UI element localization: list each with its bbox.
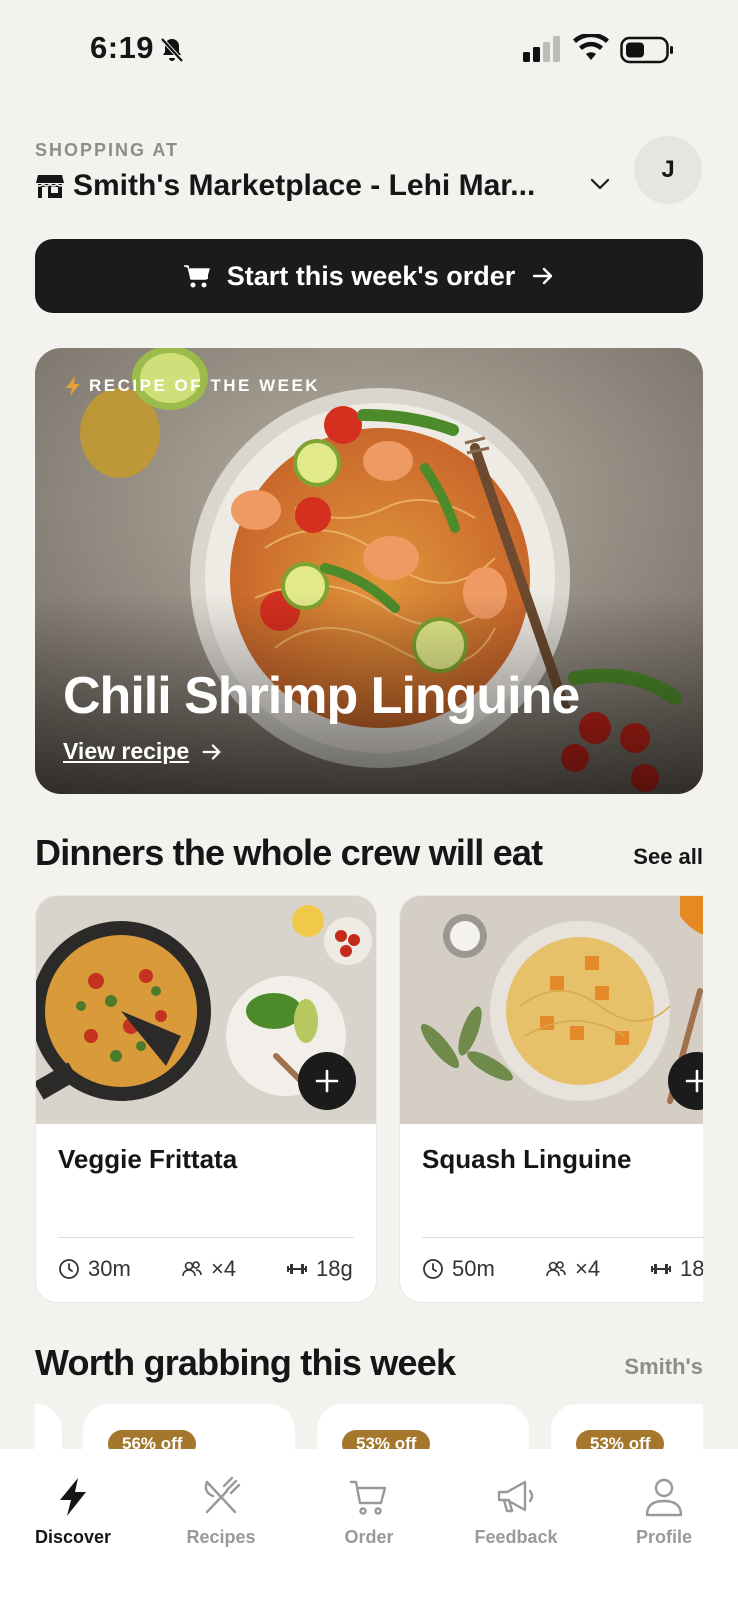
tab-profile[interactable]: Profile — [599, 1475, 729, 1548]
tab-label: Order — [344, 1527, 394, 1547]
person-icon — [645, 1478, 683, 1517]
deal-card[interactable]: 53% off — [317, 1404, 529, 1454]
bolt-icon — [60, 1478, 86, 1516]
deals-store-tag: Smith's — [624, 1354, 703, 1379]
clock-icon — [423, 1259, 443, 1279]
arrow-right-icon — [533, 267, 553, 285]
status-bar: 6:19 — [0, 0, 738, 100]
recipe-of-the-week-label: RECIPE OF THE WEEK — [65, 376, 320, 396]
hero-food-image — [35, 348, 703, 794]
dinners-section-title: Dinners the whole crew will eat — [35, 832, 543, 873]
deal-card[interactable] — [35, 1404, 62, 1454]
card-divider — [58, 1237, 354, 1238]
recipe-card-veggie-frittata[interactable]: Veggie Frittata 30m ×4 18g — [35, 895, 377, 1303]
chevron-down-icon[interactable] — [588, 172, 612, 196]
arrow-right-icon — [202, 743, 221, 760]
add-to-order-button[interactable] — [298, 1052, 356, 1110]
tab-discover[interactable]: Discover — [8, 1475, 138, 1548]
tab-label: Feedback — [474, 1527, 558, 1547]
kicker-text: RECIPE OF THE WEEK — [89, 376, 321, 395]
cart-icon — [183, 265, 210, 288]
dumbbell-icon — [651, 1264, 671, 1274]
store-selector[interactable]: Smith's Marketplace - Lehi Mar... — [35, 166, 535, 206]
deal-card[interactable]: 53% off — [551, 1404, 703, 1454]
recipe-name: Squash Linguine — [422, 1144, 632, 1174]
recipe-name: Veggie Frittata — [58, 1144, 238, 1174]
status-time: 6:19 — [90, 30, 155, 65]
servings: ×4 — [545, 1256, 600, 1282]
protein-value: 18g — [680, 1256, 703, 1281]
bell-muted-icon — [160, 37, 184, 63]
battery-icon — [620, 36, 673, 64]
recipe-card-squash-linguine[interactable]: Squash Linguine 50m ×4 18g — [399, 895, 703, 1303]
plus-icon — [315, 1069, 339, 1093]
squash-linguine-image — [400, 896, 703, 1124]
recipe-carousel[interactable]: Veggie Frittata 30m ×4 18g Squash Lingui… — [35, 895, 703, 1305]
view-recipe-label: View recipe — [63, 738, 190, 764]
servings-value: ×4 — [575, 1256, 601, 1281]
cart-icon — [349, 1480, 387, 1515]
bolt-icon — [66, 376, 80, 396]
see-all-link[interactable]: See all — [633, 844, 703, 870]
shopping-at-label: SHOPPING AT — [35, 140, 180, 160]
hero-recipe-title: Chili Shrimp Linguine — [63, 667, 580, 725]
people-icon — [182, 1261, 202, 1277]
tab-label: Profile — [635, 1527, 692, 1547]
servings: ×4 — [181, 1256, 236, 1282]
cellular-signal-icon — [523, 36, 560, 62]
prep-time-value: 30m — [88, 1256, 131, 1281]
clock-icon — [59, 1259, 79, 1279]
tab-feedback[interactable]: Feedback — [451, 1475, 581, 1548]
start-order-button[interactable]: Start this week's order — [35, 239, 703, 313]
avatar[interactable]: J — [634, 136, 702, 204]
deals-section-title: Worth grabbing this week — [35, 1342, 456, 1383]
tab-order[interactable]: Order — [304, 1475, 434, 1548]
people-icon — [546, 1261, 566, 1277]
servings-value: ×4 — [211, 1256, 237, 1281]
prep-time: 50m — [422, 1256, 495, 1282]
prep-time: 30m — [58, 1256, 131, 1282]
protein: 18g — [286, 1256, 353, 1282]
protein: 18g — [650, 1256, 703, 1282]
store-name: Smith's Marketplace - Lehi Mar... — [73, 169, 536, 202]
deal-card[interactable]: 56% off — [83, 1404, 295, 1454]
bottom-tab-bar: Discover Recipes Order Feedback Profile — [0, 1449, 738, 1600]
tab-label: Recipes — [186, 1527, 256, 1547]
plus-icon — [685, 1069, 703, 1093]
megaphone-icon — [497, 1480, 534, 1513]
dumbbell-icon — [287, 1264, 307, 1274]
prep-time-value: 50m — [452, 1256, 495, 1281]
store-icon — [35, 175, 65, 198]
wifi-icon — [573, 34, 609, 60]
view-recipe-link[interactable]: View recipe — [63, 738, 223, 765]
recipe-of-the-week-card[interactable]: RECIPE OF THE WEEK Chili Shrimp Linguine… — [35, 348, 703, 794]
card-divider — [422, 1237, 703, 1238]
deals-carousel[interactable]: 56% off 53% off 53% off — [35, 1404, 703, 1454]
tab-recipes[interactable]: Recipes — [156, 1475, 286, 1548]
protein-value: 18g — [316, 1256, 353, 1281]
avatar-initial: J — [661, 156, 675, 183]
utensils-icon — [204, 1476, 241, 1514]
tab-label: Discover — [34, 1527, 112, 1547]
start-order-label: Start this week's order — [226, 260, 516, 291]
